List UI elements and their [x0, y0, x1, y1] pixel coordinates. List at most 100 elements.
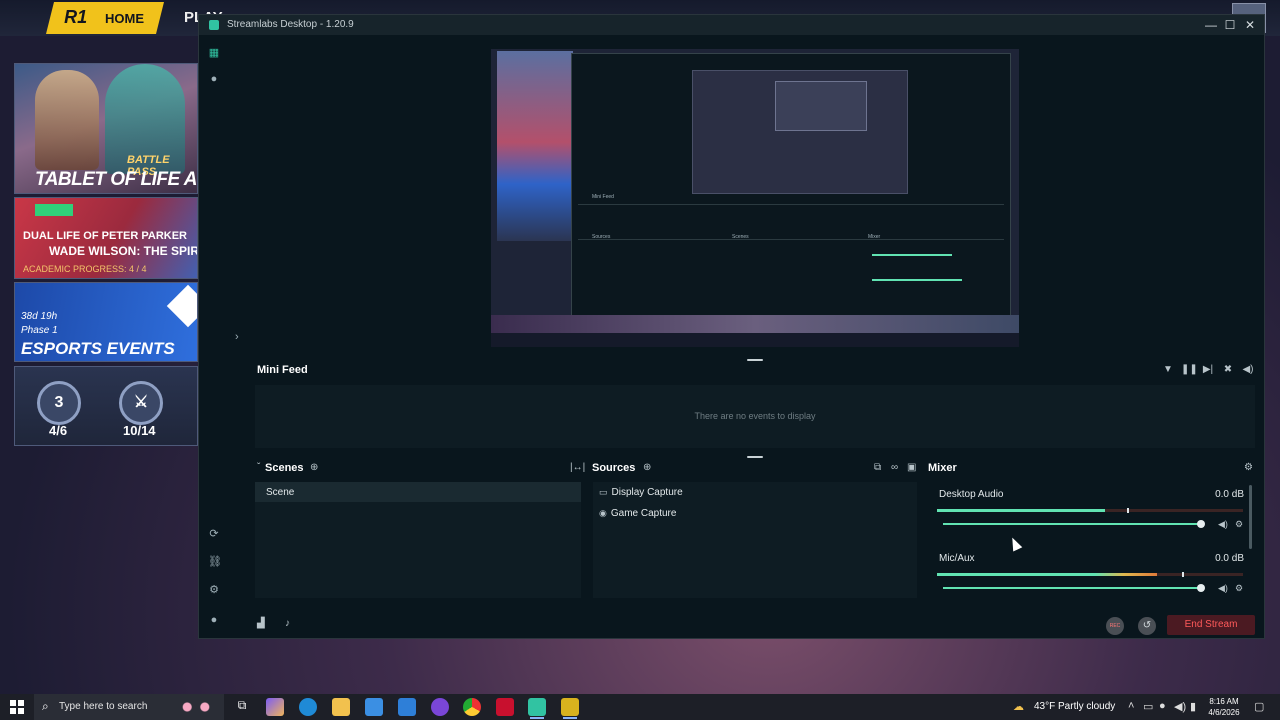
taskbar-clock[interactable]: 8:16 AM 4/6/2026	[1204, 696, 1244, 718]
mute-icon[interactable]: ◀)	[1218, 519, 1228, 530]
profile-icon[interactable]: ●	[208, 614, 220, 626]
esports-timer: 38d 19h	[21, 311, 58, 322]
end-stream-button[interactable]: End Stream	[1167, 615, 1255, 635]
event-card-peter-parker[interactable]: DUAL LIFE OF PETER PARKER WADE WILSON: T…	[14, 197, 198, 279]
scene-list-item[interactable]: Scene	[255, 482, 581, 502]
notifications-icon[interactable]: ♪	[285, 618, 290, 629]
volume-slider-knob[interactable]	[1197, 584, 1205, 592]
windows-taskbar: ⌕ Type here to search ⧉ ☁ 43°F Partly cl…	[0, 694, 1280, 720]
hero-art-icon	[35, 70, 99, 170]
mixer-channel-name: Mic/Aux	[939, 553, 975, 564]
resize-handle[interactable]	[747, 359, 763, 361]
search-highlight-icon	[174, 699, 218, 715]
volume-slider[interactable]	[943, 584, 1205, 592]
file-explorer-icon[interactable]	[332, 698, 350, 716]
settings-icon[interactable]: ⚙	[208, 584, 220, 596]
esports-badge-icon	[166, 284, 197, 328]
themes-icon[interactable]: ●	[208, 73, 220, 85]
source-game-capture[interactable]: ◉ Game Capture	[599, 508, 676, 519]
game-home-tab[interactable]: R1 HOME	[46, 2, 164, 34]
integrations-icon[interactable]: ⟳	[208, 528, 220, 540]
add-source-icon[interactable]: ⊕	[643, 462, 651, 473]
progress-count-1: 4/6	[49, 423, 68, 438]
editor-icon[interactable]: ▦	[208, 47, 220, 59]
volume-slider-knob[interactable]	[1197, 520, 1205, 528]
preview-meter	[872, 279, 962, 281]
task-view-icon[interactable]: ⧉	[233, 698, 251, 716]
preview-nested-preview-2	[775, 81, 867, 131]
record-button[interactable]: REC	[1106, 617, 1124, 635]
title-bar[interactable]: Streamlabs Desktop - 1.20.9 — ☐ ✕	[199, 15, 1264, 35]
mixer-settings-icon[interactable]: ⚙	[1244, 462, 1253, 473]
windows-start-icon[interactable]	[10, 700, 24, 714]
add-scene-icon[interactable]: ⊕	[310, 462, 318, 473]
microphone-icon[interactable]: ●	[1159, 700, 1166, 712]
channel-settings-icon[interactable]: ⚙	[1235, 519, 1243, 530]
source-label: Game Capture	[610, 508, 677, 519]
stream-preview[interactable]: Mini Feed Sources Scenes Mixer	[491, 49, 1019, 347]
search-placeholder: Type here to search	[59, 701, 148, 712]
mail-icon[interactable]	[398, 698, 416, 716]
store-icon[interactable]	[365, 698, 383, 716]
source-label: Display Capture	[611, 487, 683, 498]
weather-icon[interactable]: ☁	[1013, 700, 1024, 713]
progress-card[interactable]: 3 ⚔ 4/6 10/14	[14, 366, 198, 446]
preview-text: Sources	[592, 234, 611, 240]
streamlabs-taskbar-icon[interactable]	[528, 698, 546, 716]
volume-icon[interactable]: ◀)	[1241, 364, 1255, 376]
chevron-down-icon[interactable]: ˇ	[257, 462, 260, 473]
channel-settings-icon[interactable]: ⚙	[1235, 583, 1243, 594]
skip-icon[interactable]: ▶|	[1201, 364, 1215, 376]
source-display-capture[interactable]: ▭ Display Capture	[599, 487, 683, 498]
app-icon[interactable]	[431, 698, 449, 716]
copilot-icon[interactable]	[266, 698, 284, 716]
speaker-icon[interactable]: ◀)	[1174, 700, 1186, 713]
minimize-button[interactable]: —	[1201, 16, 1221, 34]
link-icon[interactable]: ∞	[891, 462, 898, 473]
audio-meter	[937, 572, 1243, 577]
mute-icon[interactable]: ◀)	[1218, 583, 1228, 594]
stats-icon[interactable]: ▟	[257, 618, 265, 629]
event-line-1: DUAL LIFE OF PETER PARKER	[23, 230, 187, 242]
preview-game-cards	[497, 51, 573, 241]
chrome-icon[interactable]	[463, 698, 481, 716]
esports-phase: Phase 1	[21, 325, 58, 336]
search-icon: ⌕	[42, 699, 49, 713]
chevron-right-icon[interactable]: ›	[235, 331, 239, 343]
scene-transition-icon[interactable]: |↔|	[570, 462, 585, 473]
preview-text: Scenes	[732, 234, 749, 240]
filter-icon[interactable]: ▼	[1161, 364, 1175, 376]
edge-icon[interactable]	[299, 698, 317, 716]
battery-icon[interactable]: ▮	[1190, 700, 1196, 713]
mute-alerts-icon[interactable]: ✖	[1221, 364, 1235, 376]
event-tag	[35, 204, 73, 216]
volume-slider[interactable]	[943, 520, 1205, 528]
left-sidebar: ▦ ● ⟳ ⛓ ⚙ ●	[199, 35, 229, 638]
weather-text[interactable]: 43°F Partly cloudy	[1034, 701, 1115, 712]
audio-meter-fill	[937, 573, 1158, 576]
window-title: Streamlabs Desktop - 1.20.9	[227, 19, 354, 30]
audio-meter-fill	[937, 509, 1106, 512]
preview-nested-window: Mini Feed Sources Scenes Mixer	[571, 53, 1011, 316]
preview-text: Mini Feed	[592, 194, 614, 200]
link-icon[interactable]: ⛓	[208, 556, 222, 568]
pause-icon[interactable]: ❚❚	[1181, 364, 1198, 376]
group-icon[interactable]: ⧉	[874, 462, 881, 473]
replay-buffer-button[interactable]: ↺	[1138, 617, 1156, 635]
maximize-button[interactable]: ☐	[1220, 16, 1240, 34]
adobe-icon[interactable]	[496, 698, 514, 716]
mixer-scrollbar[interactable]	[1249, 485, 1252, 549]
resize-handle[interactable]	[747, 456, 763, 458]
streamlabs-window: Streamlabs Desktop - 1.20.9 — ☐ ✕ ▦ ● ⟳ …	[198, 14, 1265, 639]
esports-events-card[interactable]: 38d 19h Phase 1 ESPORTS EVENTS	[14, 282, 198, 362]
notification-center-icon[interactable]: ▢	[1254, 700, 1264, 713]
mixer-channel-db: 0.0 dB	[1215, 489, 1244, 500]
folder-icon[interactable]: ▣	[907, 462, 916, 473]
chevron-up-icon[interactable]: ˄	[1128, 700, 1134, 712]
battle-pass-card[interactable]: BATTLE PASS TABLET OF LIFE AND	[14, 63, 198, 194]
network-icon[interactable]: ▭	[1143, 700, 1153, 713]
home-label: HOME	[104, 11, 144, 26]
close-button[interactable]: ✕	[1240, 16, 1260, 34]
game-taskbar-icon[interactable]	[561, 698, 579, 716]
taskbar-search[interactable]: ⌕ Type here to search	[34, 694, 224, 720]
